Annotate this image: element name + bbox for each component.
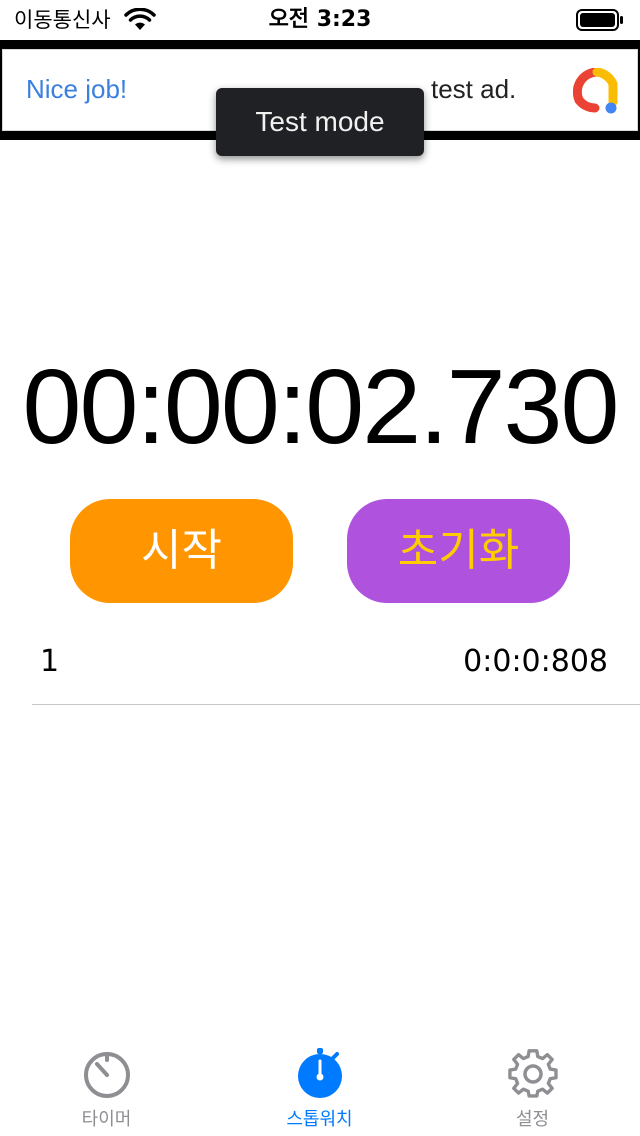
lap-index: 1 <box>40 644 60 679</box>
stopwatch-icon <box>298 1048 342 1098</box>
ad-banner[interactable]: Nice job! test ad. Test mode <box>0 40 640 156</box>
lap-row: 1 0:0:0:808 <box>32 624 640 705</box>
ad-body-text: test ad. <box>431 74 517 104</box>
start-button[interactable]: 시작 <box>70 499 293 603</box>
timer-icon <box>84 1052 130 1098</box>
ad-headline: Nice job! <box>26 74 128 104</box>
status-clock: 오전 3:23 <box>268 7 372 32</box>
tab-settings-label: 설정 <box>515 1109 550 1130</box>
ad-logo-icon <box>573 68 618 114</box>
tab-stopwatch-label: 스톱워치 <box>286 1109 353 1130</box>
reset-button[interactable]: 초기화 <box>347 499 570 603</box>
battery-icon <box>576 9 623 31</box>
stopwatch-time-display: 00:00:02.730 <box>22 348 620 466</box>
lap-time: 0:0:0:808 <box>463 644 608 679</box>
tab-bar: 타이머 스톱워치 설정 <box>0 1038 640 1136</box>
tab-timer-label: 타이머 <box>81 1109 132 1130</box>
tab-stopwatch[interactable]: 스톱워치 <box>213 1038 426 1136</box>
tab-timer[interactable]: 타이머 <box>0 1038 213 1136</box>
test-mode-toast: Test mode <box>216 88 424 156</box>
status-bar: 이동통신사 오전 3:23 <box>0 0 640 40</box>
tab-settings[interactable]: 설정 <box>426 1038 639 1136</box>
lap-list: 1 0:0:0:808 <box>32 624 640 705</box>
gear-icon <box>508 1049 558 1098</box>
